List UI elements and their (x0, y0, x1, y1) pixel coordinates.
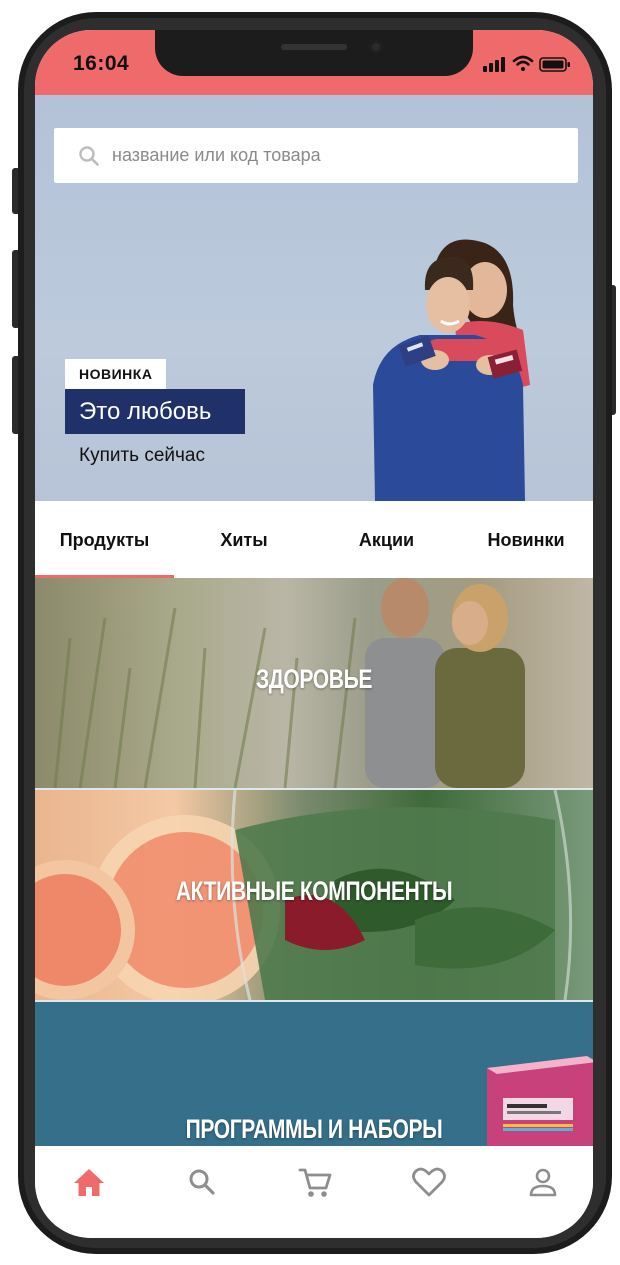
tab-hits[interactable]: Хиты (174, 501, 314, 578)
app-screen: 16:04 название или код товара НОВИНКА Эт… (35, 30, 593, 1238)
heart-icon[interactable] (409, 1164, 449, 1200)
hero-banner[interactable]: НОВИНКА Это любовь Купить сейчас (35, 95, 593, 501)
battery-icon (539, 57, 570, 72)
status-icons (483, 55, 570, 72)
bottom-navigation (35, 1146, 593, 1238)
wifi-icon (512, 55, 534, 71)
home-icon[interactable] (69, 1164, 109, 1200)
search-icon[interactable] (182, 1164, 222, 1200)
tab-label: Новинки (487, 530, 565, 550)
category-tabs: Продукты Хиты Акции Новинки (35, 501, 593, 578)
front-camera (369, 40, 383, 54)
notch (155, 30, 473, 76)
tab-sales[interactable]: Акции (314, 501, 459, 578)
tab-label: Акции (358, 530, 415, 550)
category-active-components[interactable]: АКТИВНЫЕ КОМПОНЕНТЫ (35, 790, 593, 1000)
category-title: АКТИВНЫЕ КОМПОНЕНТЫ (175, 876, 453, 906)
tab-products[interactable]: Продукты (35, 501, 174, 578)
promo-couple-image (373, 239, 530, 501)
category-health[interactable]: ЗДОРОВЬЕ (35, 578, 593, 788)
search-bar[interactable] (54, 128, 578, 183)
category-title: ЗДОРОВЬЕ (255, 664, 373, 694)
buy-now-link[interactable]: Купить сейчас (79, 445, 205, 467)
search-input[interactable] (112, 128, 552, 183)
category-title: ПРОГРАММЫ И НАБОРЫ (185, 1114, 443, 1144)
status-bar: 16:04 (35, 30, 593, 95)
tab-label: Хиты (220, 530, 268, 550)
profile-icon[interactable] (523, 1164, 563, 1200)
cart-icon[interactable] (295, 1164, 335, 1200)
new-badge: НОВИНКА (65, 359, 167, 389)
tab-label: Продукты (59, 530, 150, 550)
speaker (281, 44, 347, 50)
search-icon (79, 146, 99, 166)
promo-title: Это любовь (65, 389, 245, 434)
tab-new[interactable]: Новинки (459, 501, 593, 578)
cellular-signal-icon (483, 57, 505, 72)
status-time: 16:04 (73, 52, 130, 75)
